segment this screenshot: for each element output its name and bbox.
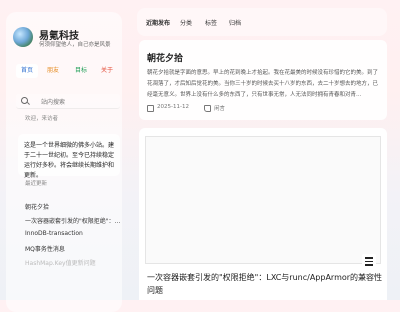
post-category[interactable]: 闲言 (214, 104, 225, 112)
recent-item[interactable]: HashMap.Key值更新问题 (25, 258, 96, 267)
calendar-icon (147, 105, 154, 112)
post-cover-image[interactable] (145, 136, 381, 264)
nav-about[interactable]: 关于 (96, 64, 118, 78)
welcome-text: 这是一个世界细微的佛多小站。建于二十一世纪初。至今已持续稳定运行好多秒。将会继续… (24, 142, 115, 179)
post-date: 2025-11-12 (157, 104, 189, 110)
welcome-card: 这是一个世界细微的佛多小站。建于二十一世纪初。至今已持续稳定运行好多秒。将会继续… (18, 134, 120, 179)
toc-list-icon[interactable] (362, 254, 376, 268)
post-card[interactable]: 朝花夕拾 朝花夕拾就是字面的意思。早上的花到晚上才拾起。我在花最美的时候没有珍惜… (139, 40, 387, 120)
post-card[interactable]: 一次容器嵌套引发的"权限拒绝"：LXC与runc/AppArmor的兼容性问题 (139, 128, 387, 300)
post-title[interactable]: 朝花夕拾 (147, 51, 183, 64)
post-excerpt: 朝花夕拾就是字面的意思。早上的花到晚上才拾起。我在花最美的时候没有珍惜的它的美。… (147, 70, 379, 98)
recent-item[interactable]: InnoDB-transaction (25, 230, 83, 237)
search-placeholder: 站内搜索 (41, 99, 66, 106)
avatar[interactable] (13, 27, 33, 47)
nav-friends[interactable]: 朋友 (42, 64, 64, 78)
welcome-heading: 欢迎，来访者 (25, 116, 59, 122)
tab-bar: 近期发布 分类 标签 归档 (137, 8, 387, 36)
tag-icon (204, 105, 211, 112)
site-subtitle: 何须仰望他人，自己亦是风景 (39, 42, 111, 48)
recent-item[interactable]: MQ事务性消息 (25, 244, 65, 253)
sidebar: 易氪科技 何须仰望他人，自己亦是风景 首页 朋友 目标 关于 站内搜索 欢迎，来… (6, 12, 122, 312)
search-icon (21, 97, 28, 104)
tab-categories[interactable]: 分类 (180, 18, 192, 27)
nav-home[interactable]: 首页 (16, 64, 38, 78)
search-input[interactable]: 站内搜索 (16, 94, 120, 109)
recent-item[interactable]: 一次容器嵌套引发的"权限拒绝"：... (25, 216, 120, 225)
tab-recent[interactable]: 近期发布 (146, 18, 170, 27)
post-title[interactable]: 一次容器嵌套引发的"权限拒绝"：LXC与runc/AppArmor的兼容性问题 (147, 271, 383, 297)
tab-archive[interactable]: 归档 (229, 18, 241, 27)
nav-goals[interactable]: 目标 (70, 64, 92, 78)
recent-item[interactable]: 朝花夕拾 (25, 202, 49, 211)
tab-tags[interactable]: 标签 (205, 18, 217, 27)
recent-heading: 最近更新 (25, 181, 48, 187)
